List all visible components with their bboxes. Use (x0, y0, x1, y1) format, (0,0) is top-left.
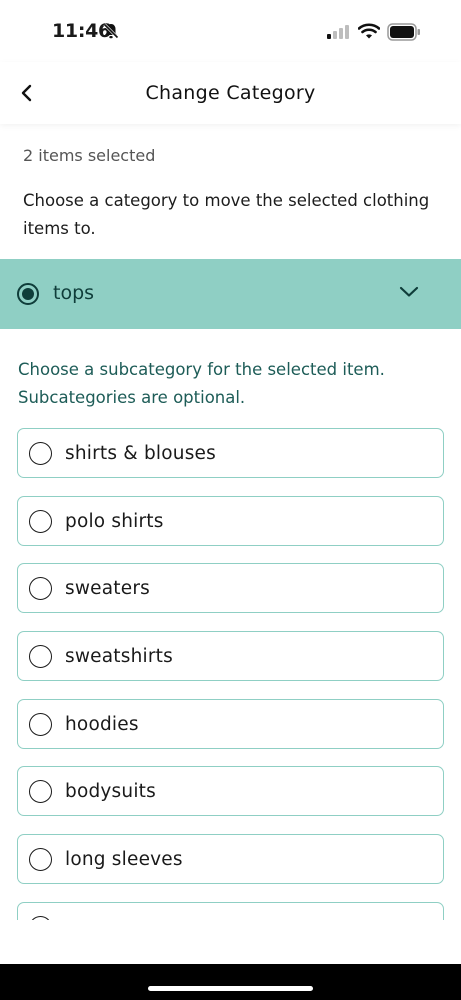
radio-icon[interactable] (29, 848, 52, 872)
category-label: tops (53, 282, 95, 304)
signal-icon (327, 25, 349, 39)
subcategory-label: sweaters (65, 578, 150, 600)
subcategory-option[interactable]: hoodies (17, 698, 444, 749)
subcategory-label: shirts & blouses (65, 443, 216, 464)
subcategory-option[interactable]: polo shirts (17, 495, 444, 546)
subcategory-option[interactable]: shirts & blouses (17, 428, 444, 478)
radio-icon[interactable] (29, 442, 52, 465)
page-title: Change Category (145, 82, 316, 104)
subcategory-label: bodysuits (65, 781, 156, 803)
subcategory-option[interactable]: sweaters (17, 563, 444, 614)
subcategory-option[interactable]: long sleeves (17, 834, 444, 885)
radio-selected-icon[interactable] (17, 283, 39, 305)
status-bar: 11:46 (0, 0, 461, 62)
subcategory-option[interactable]: bodysuits (17, 766, 444, 817)
subcategory-list: shirts & blouses polo shirts sweaters sw… (17, 428, 444, 920)
selected-count: 2 items selected (23, 146, 156, 165)
battery-icon (387, 23, 420, 41)
chevron-down-icon[interactable] (398, 284, 420, 300)
radio-icon[interactable] (29, 645, 52, 669)
radio-dot (22, 288, 34, 300)
subcategory-instruction: Choose a subcategory for the selected it… (18, 360, 385, 407)
subcategory-label: hoodies (65, 713, 139, 735)
radio-icon[interactable] (29, 712, 52, 736)
radio-icon[interactable] (29, 509, 52, 533)
category-option-tops[interactable]: tops (0, 259, 461, 329)
bell-slash-icon (103, 23, 119, 39)
nav-bar: Change Category (0, 62, 461, 124)
subcategory-option[interactable] (17, 901, 444, 920)
subcategory-label: polo shirts (65, 510, 164, 532)
subcategory-label: sweatshirts (65, 646, 173, 668)
subcategory-option[interactable]: sweatshirts (17, 631, 444, 682)
home-indicator[interactable] (148, 986, 313, 991)
radio-icon[interactable] (29, 915, 52, 920)
bottom-bar (0, 964, 461, 1000)
radio-icon[interactable] (29, 780, 52, 804)
wifi-icon (358, 23, 380, 39)
category-instruction: Choose a category to move the selected c… (23, 191, 430, 238)
subcategory-label: long sleeves (65, 849, 183, 871)
radio-icon[interactable] (29, 577, 52, 601)
